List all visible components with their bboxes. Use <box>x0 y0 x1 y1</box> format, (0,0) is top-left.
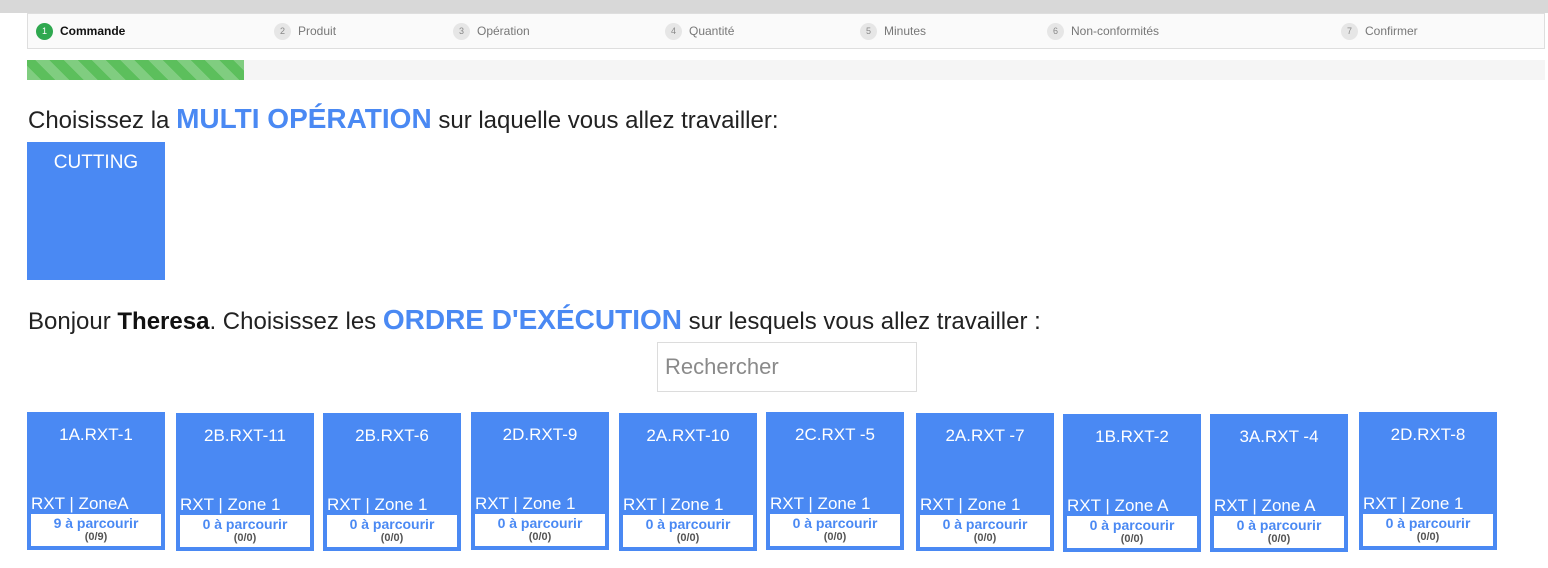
order-progress-box: 9 à parcourir (0/9) <box>31 514 161 546</box>
order-count: 0 à parcourir <box>645 516 731 532</box>
order-zone: RXT | Zone A <box>1067 496 1169 515</box>
order-code: 1B.RXT-2 <box>1095 427 1169 446</box>
order-ratio: (0/0) <box>528 531 552 543</box>
heading-text: . Choisissez les <box>209 308 383 335</box>
order-tile[interactable]: 2D.RXT-8 RXT | Zone 10 à parcourir (0/0) <box>1359 412 1497 550</box>
order-code: 2D.RXT-9 <box>502 425 578 444</box>
order-tile[interactable]: 2D.RXT-9 RXT | Zone 10 à parcourir (0/0) <box>471 412 609 550</box>
order-progress-box: 0 à parcourir (0/0) <box>1214 516 1344 548</box>
order-progress-box: 0 à parcourir (0/0) <box>1363 514 1493 546</box>
order-ratio: (0/0) <box>676 532 700 544</box>
order-zone: RXT | Zone 1 <box>1363 494 1464 513</box>
heading-highlight: ORDRE D'EXÉCUTION <box>382 304 682 335</box>
step-quantite[interactable]: 4 Quantité <box>665 14 734 48</box>
order-ratio: (0/0) <box>1416 531 1440 543</box>
order-zone: RXT | Zone 1 <box>327 495 428 514</box>
execution-order-heading: Bonjour Theresa. Choisissez les ORDRE D'… <box>28 304 1041 336</box>
order-tile[interactable]: 2A.RXT-10 RXT | Zone 10 à parcourir (0/0) <box>619 413 757 551</box>
order-count: 0 à parcourir <box>942 516 1028 532</box>
step-number: 5 <box>860 22 877 40</box>
order-tile[interactable]: 1B.RXT-2 RXT | Zone A0 à parcourir (0/0) <box>1063 414 1201 552</box>
order-zone: RXT | ZoneA <box>31 494 129 513</box>
step-number: 6 <box>1047 22 1064 40</box>
step-label: Commande <box>60 24 126 38</box>
operation-tile-cutting[interactable]: CUTTING <box>27 142 165 280</box>
step-minutes[interactable]: 5 Minutes <box>860 14 926 48</box>
step-number: 3 <box>453 22 470 40</box>
step-non-conformites[interactable]: 6 Non-conformités <box>1047 14 1159 48</box>
step-number: 2 <box>274 22 291 40</box>
order-progress-box: 0 à parcourir (0/0) <box>920 515 1050 547</box>
order-ratio: (0/0) <box>1267 533 1291 545</box>
step-number: 7 <box>1341 22 1358 40</box>
order-ratio: (0/0) <box>823 531 847 543</box>
order-code: 2A.RXT -7 <box>945 426 1025 445</box>
order-progress-box: 0 à parcourir (0/0) <box>475 514 605 546</box>
step-commande[interactable]: 1 Commande <box>36 14 125 48</box>
step-number: 4 <box>665 22 682 40</box>
order-ratio: (0/0) <box>233 532 257 544</box>
order-code: 2D.RXT-8 <box>1390 425 1466 444</box>
step-label: Produit <box>298 24 337 38</box>
order-progress-box: 0 à parcourir (0/0) <box>1067 516 1197 548</box>
top-bar <box>0 0 1548 13</box>
heading-text: Choisissez la <box>28 107 177 134</box>
order-progress-box: 0 à parcourir (0/0) <box>327 515 457 547</box>
order-count: 0 à parcourir <box>1385 515 1471 531</box>
order-ratio: (0/0) <box>380 532 404 544</box>
multi-operation-heading: Choisissez la MULTI OPÉRATION sur laquel… <box>28 103 779 135</box>
order-tile[interactable]: 2B.RXT-11 RXT | Zone 10 à parcourir (0/0) <box>176 413 314 551</box>
step-label: Opération <box>477 24 530 38</box>
order-tile[interactable]: 2C.RXT -5 RXT | Zone 10 à parcourir (0/0) <box>766 412 904 550</box>
order-ratio: (0/0) <box>973 532 997 544</box>
order-zone: RXT | Zone 1 <box>180 495 281 514</box>
user-name: Theresa <box>117 308 210 335</box>
order-zone: RXT | Zone 1 <box>920 495 1021 514</box>
order-progress-box: 0 à parcourir (0/0) <box>623 515 753 547</box>
order-count: 0 à parcourir <box>1089 517 1175 533</box>
order-ratio: (0/0) <box>1120 533 1144 545</box>
progress-bar-fill <box>27 60 244 80</box>
step-number: 1 <box>36 22 53 40</box>
progress-bar <box>27 60 1545 80</box>
step-operation[interactable]: 3 Opération <box>453 14 530 48</box>
search-input[interactable] <box>657 342 917 392</box>
order-count: 0 à parcourir <box>792 515 878 531</box>
wizard-stepper: 1 Commande 2 Produit 3 Opération 4 Quant… <box>27 13 1545 49</box>
order-code: 1A.RXT-1 <box>59 425 133 444</box>
order-ratio: (0/9) <box>84 531 108 543</box>
order-count: 0 à parcourir <box>202 516 288 532</box>
step-label: Non-conformités <box>1071 24 1160 38</box>
order-progress-box: 0 à parcourir (0/0) <box>180 515 310 547</box>
step-label: Minutes <box>884 24 927 38</box>
step-label: Quantité <box>689 24 735 38</box>
order-progress-box: 0 à parcourir (0/0) <box>770 514 900 546</box>
order-zone: RXT | Zone 1 <box>475 494 576 513</box>
order-tile[interactable]: 2A.RXT -7 RXT | Zone 10 à parcourir (0/0) <box>916 413 1054 551</box>
step-produit[interactable]: 2 Produit <box>274 14 336 48</box>
order-code: 2A.RXT-10 <box>646 426 730 445</box>
heading-text: Bonjour <box>28 308 118 335</box>
step-label: Confirmer <box>1365 24 1418 38</box>
order-count: 0 à parcourir <box>349 516 435 532</box>
order-zone: RXT | Zone 1 <box>770 494 871 513</box>
order-count: 0 à parcourir <box>1236 517 1322 533</box>
order-count: 0 à parcourir <box>497 515 583 531</box>
order-tile[interactable]: 1A.RXT-1 RXT | ZoneA 9 à parcourir (0/9) <box>27 412 165 550</box>
order-tile[interactable]: 3A.RXT -4 RXT | Zone A0 à parcourir (0/0) <box>1210 414 1348 552</box>
order-zone: RXT | Zone A <box>1214 496 1316 515</box>
heading-text: sur lesquels vous allez travailler : <box>681 308 1041 335</box>
order-zone: RXT | Zone 1 <box>623 495 724 514</box>
order-code: 2C.RXT -5 <box>795 425 875 444</box>
heading-text: sur laquelle vous allez travailler: <box>431 107 779 134</box>
step-confirmer[interactable]: 7 Confirmer <box>1341 14 1418 48</box>
heading-highlight: MULTI OPÉRATION <box>176 103 432 134</box>
order-code: 3A.RXT -4 <box>1239 427 1319 446</box>
order-tile[interactable]: 2B.RXT-6 RXT | Zone 10 à parcourir (0/0) <box>323 413 461 551</box>
order-count: 9 à parcourir <box>53 515 139 531</box>
order-code: 2B.RXT-11 <box>204 426 286 445</box>
order-code: 2B.RXT-6 <box>355 426 429 445</box>
